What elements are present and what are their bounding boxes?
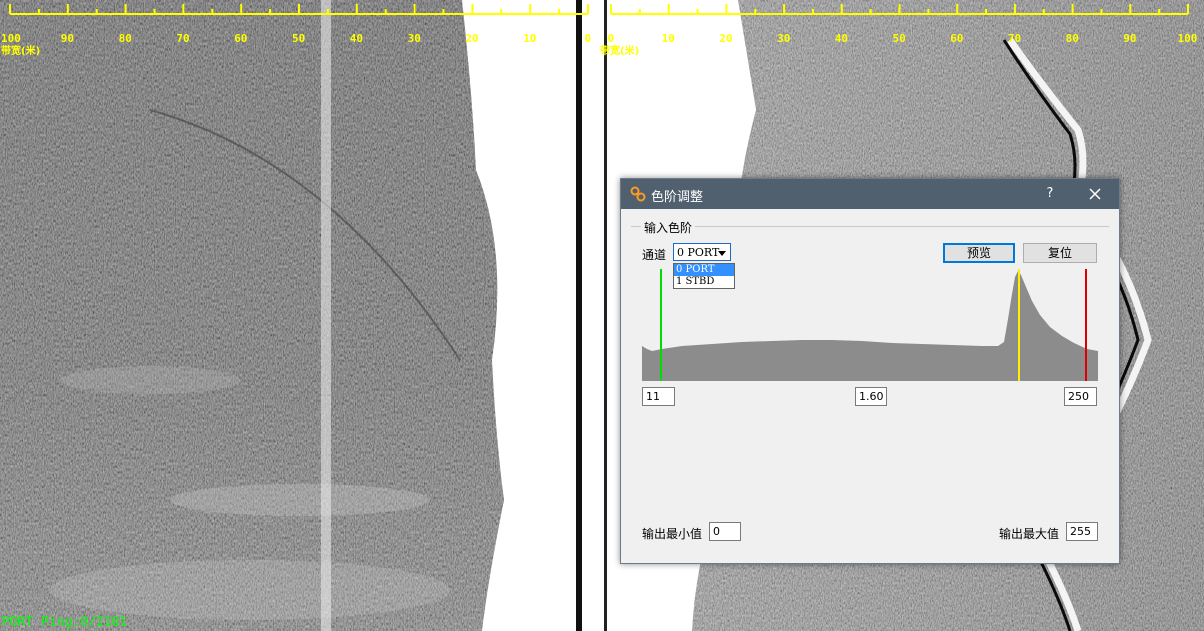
reset-button[interactable]: 复位 [1023,243,1097,263]
port-sonar-image [0,0,576,631]
port-sonar-panel[interactable] [0,0,576,631]
stbd-ruler-tick-label: 30 [777,32,791,45]
port-ruler-tick-label: 30 [407,32,421,45]
stbd-ruler-tick-label: 10 [661,32,675,45]
stbd-ruler-tick-label: 70 [1007,32,1022,45]
stbd-ruler-tick-label: 20 [719,32,733,45]
port-ruler-tick-label: 10 [523,32,537,45]
stbd-ruler-tick-label: 100 [1177,32,1198,45]
port-ruler-tick-label: 40 [349,32,364,45]
input-max-field[interactable]: 250 [1064,387,1097,406]
output-min-label: 输出最小值 [642,527,703,541]
stbd-ruler-tick-label: 40 [834,32,849,45]
channel-label: 通道 [642,248,667,262]
input-gamma-field[interactable]: 1.60 [855,387,887,406]
levels-icon [630,186,646,202]
channel-dropdown[interactable]: 0 PORT [673,243,731,261]
center-divider [576,0,608,631]
output-max-label: 输出最大值 [999,527,1060,541]
stbd-ruler-tick-label: 90 [1123,32,1137,45]
stbd-ruler-tick-label: 50 [892,32,906,45]
close-icon [1089,188,1101,200]
output-min-field[interactable]: 0 [709,522,741,541]
levels-dialog: 色阶调整 ? 输入色阶 通道 0 PORT 0 PORT 1 STBD 预览 复… [620,178,1120,564]
port-ruler-tick-label: 20 [465,32,479,45]
channel-selected-value: 0 PORT [677,246,720,259]
port-ruler-tick-label: 50 [292,32,306,45]
input-levels-title: 输入色阶 [641,219,696,236]
input-min-field[interactable]: 11 [642,387,675,406]
dialog-title: 色阶调整 [651,190,704,205]
output-max-field[interactable]: 255 [1066,522,1098,541]
histogram[interactable] [642,269,1098,381]
stbd-ruler-tick-label: 60 [950,32,964,45]
port-ruler-tick-label: 70 [176,32,190,45]
help-icon: ? [1046,186,1054,201]
port-ruler-tick-label: 0 [584,32,592,45]
ping-status-text: PORT Ping:0/2101 [2,615,128,630]
preview-button[interactable]: 预览 [943,243,1015,263]
histogram-area [642,271,1098,381]
dialog-titlebar[interactable]: 色阶调整 ? [621,179,1119,209]
port-ruler-title: 带宽(米) [1,46,41,57]
port-ruler-tick-label: 80 [118,32,132,45]
stbd-ruler-title: 带宽(米) [600,46,640,57]
port-ruler-tick-label: 90 [60,32,75,45]
stbd-ruler-tick-label: 80 [1065,32,1079,45]
port-ruler-tick-label: 60 [234,32,248,45]
close-button[interactable] [1081,181,1109,207]
help-button[interactable]: ? [1037,181,1063,207]
dropdown-arrow-icon [718,251,726,256]
